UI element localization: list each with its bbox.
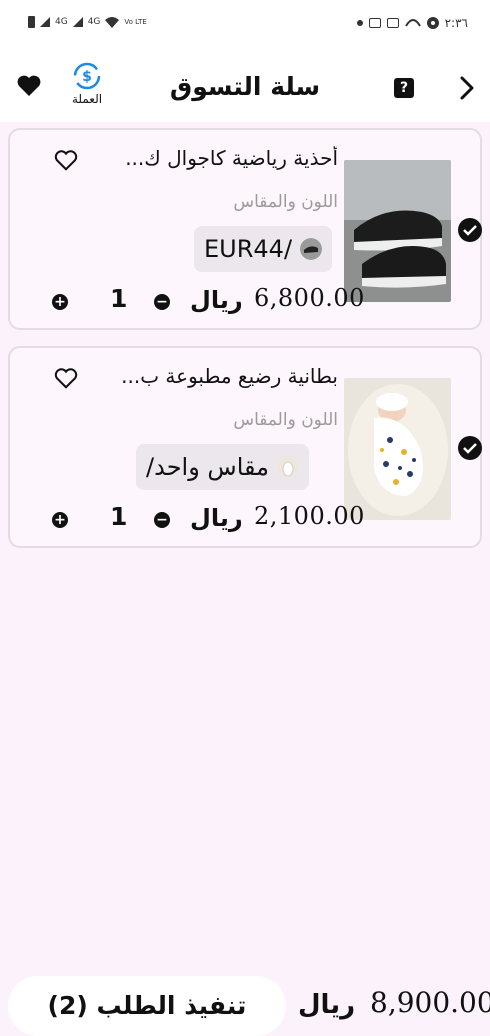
cart-item: أحذية رياضية كاجوال ك... اللون والمقاس E… (8, 128, 482, 330)
quantity-value: 1 (110, 502, 128, 531)
message-icon (368, 18, 381, 28)
checkout-bar: تنفيذ الطلب (2) ريال 8,900.00 (0, 966, 490, 1036)
signal-icon (72, 17, 83, 27)
network-type-2: 4G (87, 17, 101, 27)
check-circle-icon[interactable] (458, 436, 482, 460)
plus-icon[interactable]: + (52, 294, 68, 310)
product-image[interactable] (344, 160, 451, 302)
cart-item: بطانية رضيع مطبوعة ب... اللون والمقاس /م… (8, 346, 482, 548)
checkout-label: تنفيذ الطلب (2) (47, 991, 247, 1020)
item-price: 2,100.00 (254, 502, 365, 530)
quantity-value: 1 (110, 284, 128, 313)
game-icon (426, 17, 439, 29)
signal-icon (40, 17, 50, 27)
variant-thumbnail (277, 456, 300, 478)
network-type-1: 4G (55, 17, 68, 27)
screen-icon (386, 18, 399, 28)
variant-value: /مقاس واحد (146, 453, 270, 481)
back-chevron-icon[interactable] (460, 76, 474, 100)
color-size-label: اللون والمقاس (233, 410, 338, 430)
check-circle-icon[interactable] (458, 218, 482, 242)
status-bar: 4G 4G Vo LTE ٢:٣٦ (0, 0, 490, 52)
product-name[interactable]: أحذية رياضية كاجوال ك... (88, 146, 338, 170)
clock: ٢:٣٦ (444, 16, 468, 30)
variant-thumbnail (300, 238, 323, 260)
currency-label: ريال (190, 504, 243, 532)
checkout-button[interactable]: تنفيذ الطلب (2) (8, 976, 286, 1036)
minus-icon[interactable]: − (154, 294, 170, 310)
total-currency: ريال (298, 990, 356, 1020)
heart-outline-icon[interactable] (54, 368, 78, 390)
product-name[interactable]: بطانية رضيع مطبوعة ب... (88, 364, 338, 388)
heart-outline-icon[interactable] (54, 150, 78, 172)
volte-badge: Vo LTE (124, 18, 147, 26)
currency-button[interactable]: $ العملة (62, 62, 112, 106)
color-size-label: اللون والمقاس (233, 192, 338, 212)
variant-value: EUR44/ (204, 235, 293, 263)
heart-filled-icon[interactable] (16, 74, 42, 98)
battery-icon (28, 16, 35, 28)
minus-icon[interactable]: − (154, 512, 170, 528)
status-left-icons: 4G 4G Vo LTE (28, 16, 147, 28)
plus-icon[interactable]: + (52, 512, 68, 528)
app-header: سلة التسوق ? $ العملة (0, 52, 490, 122)
notification-dot-icon (356, 20, 363, 26)
item-price: 6,800.00 (254, 284, 365, 312)
total-amount: 8,900.00 (370, 986, 490, 1019)
currency-label: العملة (71, 92, 103, 106)
currency-exchange-icon: $ (73, 62, 101, 90)
help-icon[interactable]: ? (394, 78, 414, 98)
variant-selector[interactable]: /مقاس واحد (136, 444, 310, 490)
variant-selector[interactable]: EUR44/ (194, 226, 333, 272)
wifi-icon (105, 16, 120, 28)
currency-label: ريال (190, 286, 243, 314)
svg-text:$: $ (82, 69, 92, 85)
status-right-icons: ٢:٣٦ (356, 16, 468, 30)
link-icon (404, 19, 421, 27)
product-image[interactable] (344, 378, 451, 520)
